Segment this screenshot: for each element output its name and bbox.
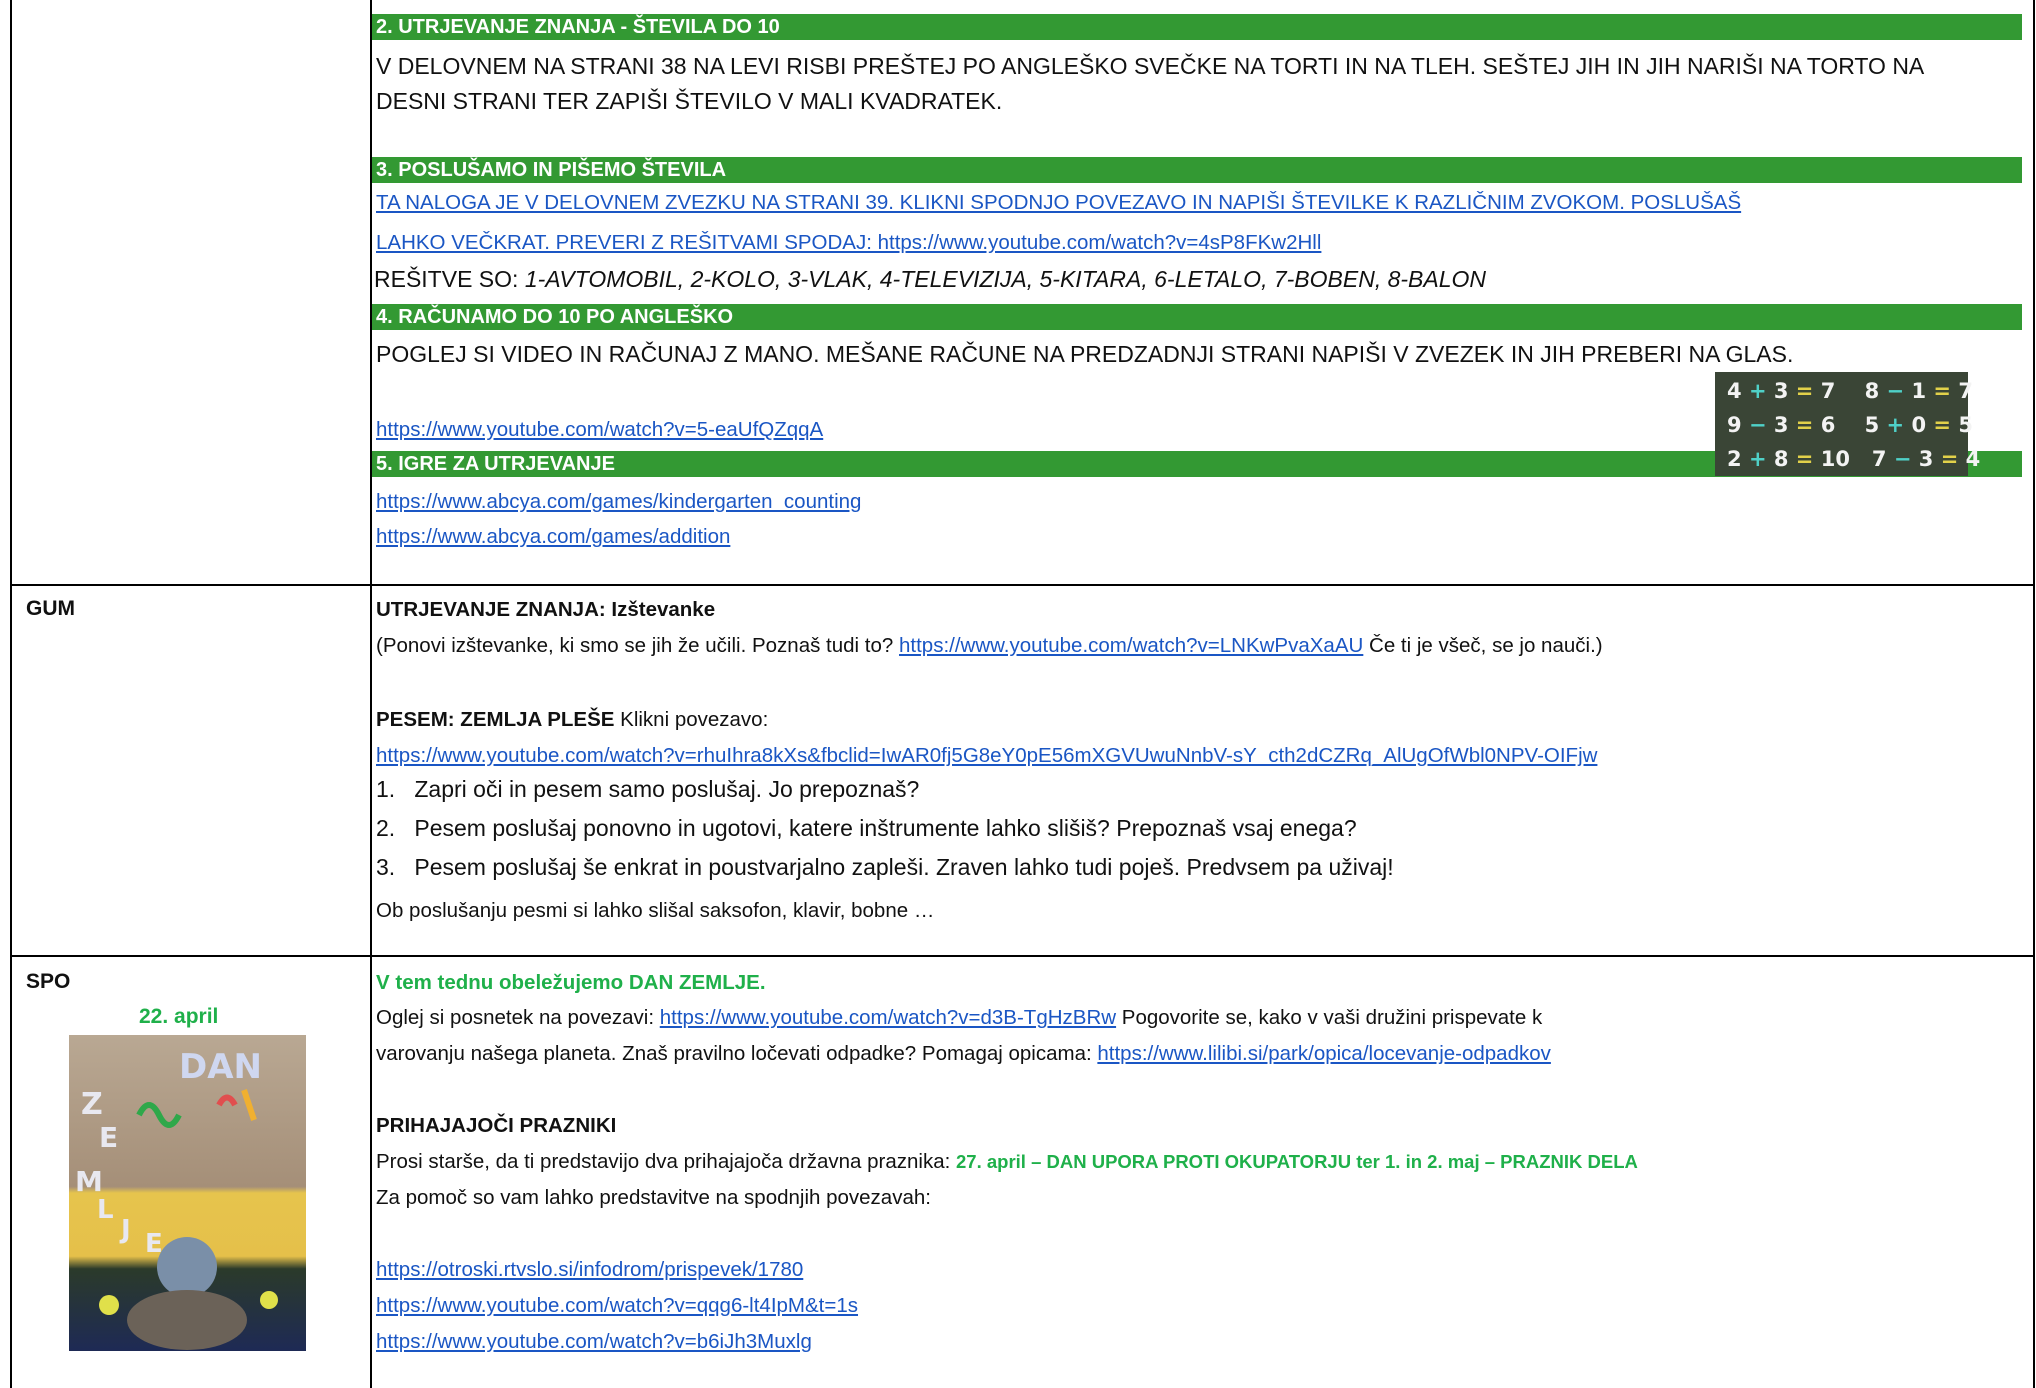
subject-label-gum: GUM [26, 597, 75, 620]
spo-date: 22. april [139, 1005, 219, 1028]
table-border-right [2033, 0, 2035, 1388]
spo-link-youtube-2[interactable]: https://www.youtube.com/watch?v=b6iJh3Mu… [376, 1327, 812, 1357]
gum-song-link[interactable]: https://www.youtube.com/watch?v=rhuIhra8… [376, 741, 1597, 771]
chalkboard-row: 4 + 3 = 7 8 − 1 = 7 [1727, 379, 1973, 403]
task-3-link-line-1[interactable]: TA NALOGA JE V DELOVNEM ZVEZKU NA STRANI… [376, 188, 1741, 218]
gum-intro: (Ponovi izštevanke, ki smo se jih že uči… [376, 634, 1603, 657]
gum-note: Ob poslušanju pesmi si lahko slišal saks… [376, 899, 935, 922]
spo-holidays-title: PRIHAJAJOČI PRAZNIKI [376, 1114, 617, 1137]
chalkboard-row: 9 − 3 = 6 5 + 0 = 5 [1727, 413, 1973, 437]
section-heading-2: 2. UTRJEVANJE ZNANJA - ŠTEVILA DO 10 [372, 14, 2022, 40]
spo-holidays-dates: 27. april – DAN UPORA PROTI OKUPATORJU t… [956, 1151, 1638, 1172]
earth-day-photo: DAN Z E M L J E [69, 1035, 306, 1351]
table-border-left [10, 0, 12, 1388]
chalkboard-image: 4 + 3 = 7 8 − 1 = 7 9 − 3 = 6 5 + 0 = 5 … [1715, 372, 1981, 476]
games-link-counting[interactable]: https://www.abcya.com/games/kindergarten… [376, 487, 861, 517]
gum-step-1: 1. Zapri oči in pesem samo poslušaj. Jo … [376, 776, 920, 802]
spo-link-rtvslo[interactable]: https://otroski.rtvslo.si/infodrom/prisp… [376, 1255, 803, 1285]
spo-paragraph-line-1: Oglej si posnetek na povezavi: https://w… [376, 1006, 1543, 1029]
section-heading-4: 4. RAČUNAMO DO 10 PO ANGLEŠKO [372, 304, 2022, 330]
section-heading-3: 3. POSLUŠAMO IN PIŠEMO ŠTEVILA [372, 157, 2022, 183]
task-2-text-line-1: V DELOVNEM NA STRANI 38 NA LEVI RISBI PR… [376, 53, 1925, 79]
spo-game-link[interactable]: https://www.lilibi.si/park/opica/locevan… [1097, 1042, 1551, 1065]
table-column-divider [370, 0, 372, 1388]
spo-help-text: Za pomoč so vam lahko predstavitve na sp… [376, 1186, 931, 1209]
gum-title: UTRJEVANJE ZNANJA: Izštevanke [376, 598, 716, 621]
earth-globe-icon [99, 1089, 278, 1350]
gum-song-label: PESEM: ZEMLJA PLEŠE [376, 708, 615, 731]
subject-label-spo: SPO [26, 970, 71, 993]
spo-video-link[interactable]: https://www.youtube.com/watch?v=d3B-TgHz… [660, 1006, 1116, 1029]
row-divider [10, 584, 2035, 586]
spo-paragraph-line-2: varovanju našega planeta. Znaš pravilno … [376, 1042, 1551, 1065]
solutions-list: 1-AVTOMOBIL, 2-KOLO, 3-VLAK, 4-TELEVIZIJ… [524, 266, 1487, 292]
spo-link-youtube-1[interactable]: https://www.youtube.com/watch?v=qqg6-lt4… [376, 1291, 858, 1321]
gum-step-3: 3. Pesem poslušaj še enkrat in poustvarj… [376, 854, 1394, 880]
solutions-label: REŠITVE SO: [374, 266, 525, 292]
spo-headline: V tem tednu obeležujemo DAN ZEMLJE. [376, 971, 766, 994]
games-link-addition[interactable]: https://www.abcya.com/games/addition [376, 522, 730, 552]
task-3-solutions: REŠITVE SO: 1-AVTOMOBIL, 2-KOLO, 3-VLAK,… [374, 264, 1486, 295]
gum-step-2: 2. Pesem poslušaj ponovno in ugotovi, ka… [376, 815, 1357, 841]
task-3-link-line-2[interactable]: LAHKO VEČKRAT. PREVERI Z REŠITVAMI SPODA… [376, 228, 1321, 258]
chalkboard-row: 2 + 8 = 10 7 − 3 = 4 [1727, 447, 1981, 471]
task-4-link[interactable]: https://www.youtube.com/watch?v=5-eaUfQZ… [376, 415, 823, 445]
gum-song: PESEM: ZEMLJA PLEŠE Klikni povezavo: [376, 708, 769, 731]
task-2-text-line-2: DESNI STRANI TER ZAPIŠI ŠTEVILO V MALI K… [376, 88, 1003, 114]
row-divider [10, 955, 2035, 957]
spo-holidays-text: Prosi starše, da ti predstavijo dva prih… [376, 1150, 1638, 1173]
gum-intro-link[interactable]: https://www.youtube.com/watch?v=LNKwPvaX… [899, 634, 1363, 657]
task-4-text: POGLEJ SI VIDEO IN RAČUNAJ Z MANO. MEŠAN… [376, 341, 1794, 367]
